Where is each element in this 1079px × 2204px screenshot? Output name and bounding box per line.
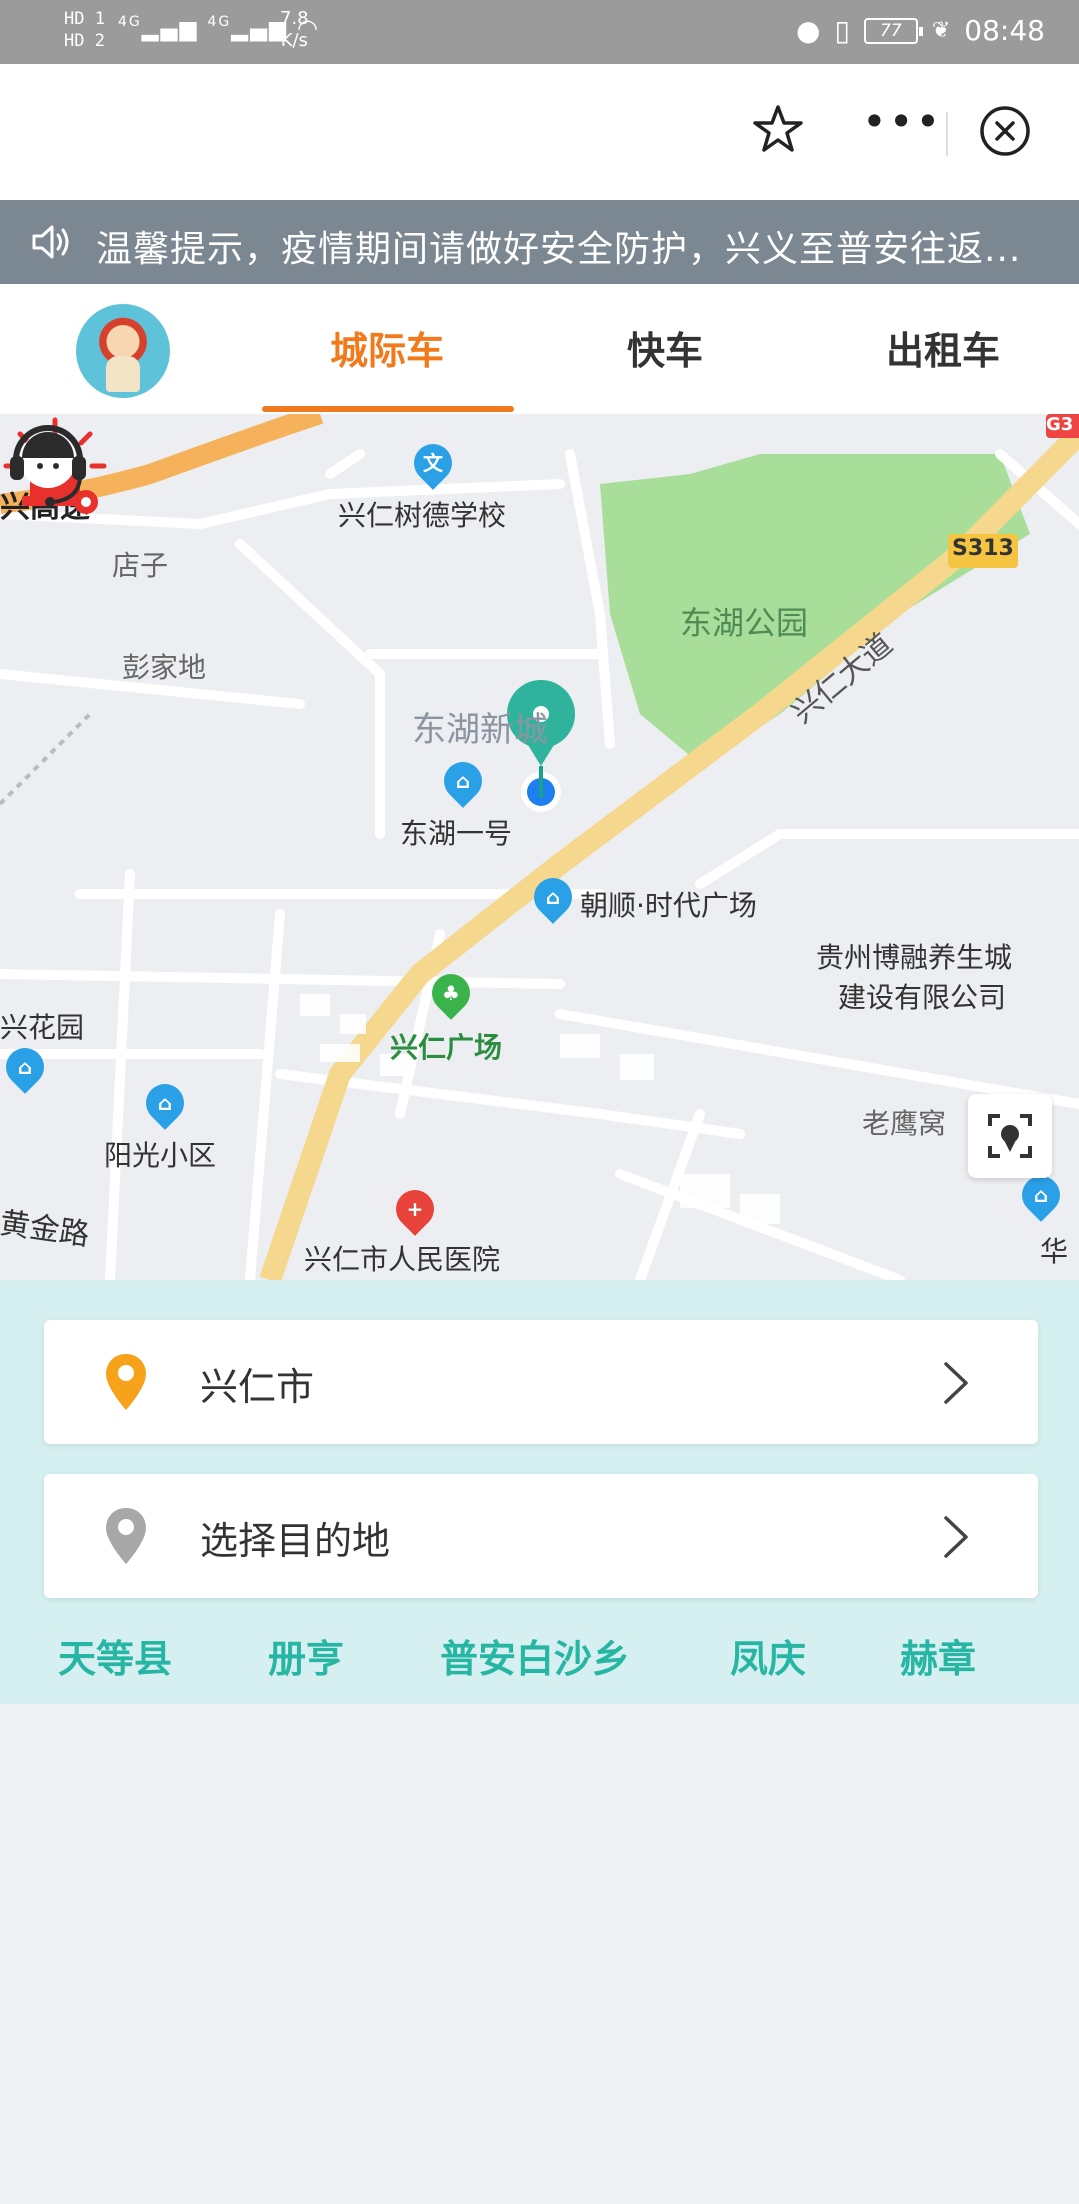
star-outline-icon[interactable] <box>750 102 806 158</box>
net-speed: 7.8 K/s <box>280 8 309 52</box>
map-label-plaza: 朝顺·时代广场 <box>580 889 757 922</box>
corner-glyph: ⌂ <box>1033 1183 1049 1207</box>
booking-panel: 兴仁市 选择目的地 天等县 册亨 普安白沙乡 凤庆 赫章 <box>0 1280 1079 1704</box>
hospital-glyph: + <box>406 1197 424 1221</box>
toolbar-divider <box>946 112 948 156</box>
destination-pin-icon <box>106 1508 146 1564</box>
company-line2: 建设有限公司 <box>838 981 1007 1014</box>
sim-indicator: HD 1 HD 2 <box>64 8 105 52</box>
destination-field[interactable]: 选择目的地 <box>44 1474 1038 1598</box>
locate-button[interactable] <box>968 1094 1052 1178</box>
tab-express[interactable]: 快车 <box>540 320 790 375</box>
top-toolbar: ••• <box>0 64 1079 200</box>
map-label-school: 兴仁树德学校 <box>338 499 507 532</box>
clock: 08:48 <box>964 14 1045 47</box>
map-label-park: 东湖公园 <box>680 604 809 642</box>
net-speed-unit: K/s <box>280 30 308 51</box>
battery-icon: 77 <box>863 17 923 44</box>
map-label-corner: G3 <box>1046 414 1074 435</box>
location-icon: ● <box>796 14 821 47</box>
map-label-dongyi: 东湖一号 <box>400 817 513 850</box>
map-label-s313: S313 <box>952 536 1014 561</box>
origin-field[interactable]: 兴仁市 <box>44 1320 1038 1444</box>
more-dots-icon[interactable]: ••• <box>862 101 940 158</box>
customer-service-icon[interactable] <box>0 414 96 514</box>
map-label-garden: 兴花园 <box>0 1011 85 1044</box>
speaker-icon <box>32 225 69 259</box>
yangguang-poi-icon[interactable]: ⌂ <box>138 1076 192 1130</box>
notice-text: 温馨提示，疫情期间请做好安全防护，兴义至普安往返... <box>96 229 1022 270</box>
notice-banner[interactable]: 温馨提示，疫情期间请做好安全防护，兴义至普安往返... <box>0 200 1079 284</box>
hospital-poi-icon[interactable]: + <box>388 1182 442 1236</box>
tab-active-indicator <box>262 406 514 412</box>
quick-destination-5[interactable]: 赫章 <box>900 1628 976 1683</box>
tab-taxi[interactable]: 出租车 <box>818 320 1068 375</box>
map-label-yangguang: 阳光小区 <box>104 1139 217 1172</box>
map-label-xr-square: 兴仁广场 <box>390 1031 503 1064</box>
school-poi-icon[interactable]: 文 <box>406 436 460 490</box>
quick-destination-3[interactable]: 普安白沙乡 <box>440 1628 630 1683</box>
map-label-hospital: 兴仁市人民医院 <box>304 1243 501 1276</box>
empty-content-area <box>0 1704 1079 2204</box>
close-circle-icon[interactable] <box>978 104 1032 158</box>
chevron-right-icon <box>944 1362 968 1404</box>
leaf-icon: ❦ <box>931 18 951 43</box>
quick-destination-1[interactable]: 天等县 <box>58 1628 172 1683</box>
map-label-dianzi: 店子 <box>112 549 169 582</box>
status-right: ● ▯ 77 ❦ 08:48 <box>796 14 1045 47</box>
map-label-laoyingwo: 老鹰窝 <box>862 1107 947 1140</box>
school-glyph: 文 <box>423 451 443 475</box>
locate-icon <box>988 1114 1032 1158</box>
yangguang-glyph: ⌂ <box>157 1091 173 1115</box>
map-label-pengjiadi: 彭家地 <box>122 651 207 684</box>
sim2-label: HD 2 <box>64 31 105 51</box>
company-line1: 贵州博融养生城 <box>816 941 1013 974</box>
network-label: 4G <box>118 14 142 30</box>
destination-placeholder: 选择目的地 <box>200 1519 391 1563</box>
plaza-glyph: ⌂ <box>545 885 561 909</box>
map-label-hua: 华 <box>1040 1235 1069 1268</box>
map-view[interactable]: 兴高速 文 兴仁树德学校 店子 彭家地 东湖公园 S313 兴仁大道 东湖新城 … <box>0 414 1079 1280</box>
plaza-poi-icon[interactable]: ⌂ <box>526 870 580 924</box>
square-poi-icon[interactable]: ♣ <box>424 966 478 1020</box>
network-label-2: 4G <box>207 14 232 30</box>
building-glyph: ⌂ <box>455 769 471 793</box>
garden-glyph: ⌂ <box>17 1055 33 1079</box>
sim1-label: HD 1 <box>64 9 105 29</box>
vibrate-icon: ▯ <box>834 14 850 47</box>
map-label-company: 贵州博融养生城 建设有限公司 <box>816 936 1012 1016</box>
building-poi-icon[interactable]: ⌂ <box>436 754 490 808</box>
status-bar: HD 1 HD 2 4G▂▄▆ 4G▂▄▆ ◠ 7.8 K/s ● ▯ 77 ❦… <box>0 0 1079 64</box>
service-tabs: 城际车 快车 出租车 <box>0 284 1079 414</box>
chevron-right-icon <box>944 1516 968 1558</box>
map-label-new-city: 东湖新城 <box>412 710 548 750</box>
tree-glyph: ♣ <box>442 981 460 1005</box>
quick-destination-2[interactable]: 册亨 <box>268 1628 344 1683</box>
avatar[interactable] <box>76 304 170 398</box>
origin-pin-icon <box>106 1354 146 1410</box>
tab-intercity[interactable]: 城际车 <box>262 320 512 375</box>
net-speed-value: 7.8 <box>280 8 309 29</box>
quick-destination-4[interactable]: 凤庆 <box>730 1628 806 1683</box>
origin-text: 兴仁市 <box>200 1365 315 1409</box>
